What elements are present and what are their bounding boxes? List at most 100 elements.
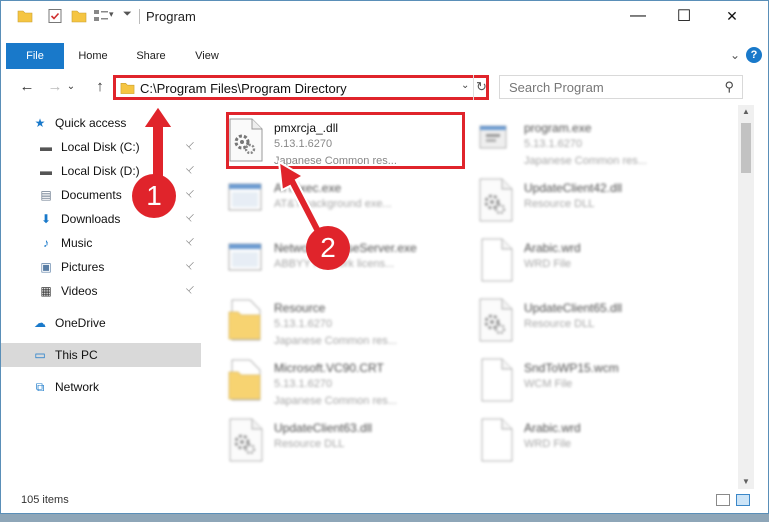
address-bar[interactable]: C:\Program Files\Program Directory ⌄ ↻ bbox=[113, 75, 489, 100]
file-item[interactable]: Microsoft.VC90.CRT 5.13.1.6270 Japanese Co… bbox=[206, 352, 456, 408]
recent-locations-icon[interactable]: ⌄ bbox=[65, 77, 77, 97]
file-name: UpdateClient65.dll bbox=[524, 301, 623, 315]
sidebar-item-this-pc[interactable]: ▭ This PC bbox=[1, 343, 201, 367]
qat-dropdown-icon[interactable]: ▾ bbox=[109, 9, 114, 20]
callout-1: 1 bbox=[132, 174, 176, 218]
scroll-thumb[interactable] bbox=[741, 123, 751, 173]
file-name: Arabic.wrd bbox=[524, 421, 581, 435]
sidebar-item-network[interactable]: ⧉ Network bbox=[1, 375, 201, 399]
sidebar-item-label: Downloads bbox=[61, 212, 121, 226]
highlight-box bbox=[226, 112, 465, 169]
dll-icon bbox=[476, 298, 514, 342]
properties-icon[interactable] bbox=[47, 8, 63, 24]
exe-window-icon bbox=[226, 178, 264, 222]
file-detail-1: WCM File bbox=[524, 378, 573, 390]
videos-icon: ▦ bbox=[40, 284, 52, 298]
file-detail-1: WRD File bbox=[524, 438, 572, 450]
file-item[interactable]: Resource 5.13.1.6270 Japanese Common res..… bbox=[206, 292, 456, 348]
exe-icon bbox=[476, 118, 514, 162]
pin-icon[interactable]: ⊥ bbox=[183, 139, 197, 153]
pin-icon[interactable]: ⊥ bbox=[183, 283, 197, 297]
sidebar-item-downloads[interactable]: ⬇ Downloads ⊥ bbox=[1, 207, 201, 231]
file-item[interactable]: ATIExec.exe AT&T background exe... bbox=[206, 172, 456, 228]
file-item[interactable]: program.exe 5.13.1.6270 Japanese Common re… bbox=[456, 112, 706, 168]
documents-icon: ▤ bbox=[40, 188, 52, 202]
file-detail-1: 5.13.1.6270 bbox=[274, 318, 333, 330]
details-view-icon[interactable] bbox=[716, 494, 730, 506]
file-item[interactable]: Arabic.wrd WRD File bbox=[456, 232, 706, 288]
sidebar-item-label: OneDrive bbox=[55, 316, 106, 330]
tab-file[interactable]: File bbox=[6, 43, 64, 69]
file-name: SndToWP15.wcm bbox=[524, 361, 619, 375]
folder-file-icon bbox=[226, 298, 264, 342]
file-item[interactable]: UpdateClient42.dll Resource DLL bbox=[456, 172, 706, 228]
sidebar-item-videos[interactable]: ▦ Videos ⊥ bbox=[1, 279, 201, 303]
sidebar-item-onedrive[interactable]: ☁ OneDrive bbox=[1, 311, 201, 335]
sidebar-item-label: Music bbox=[61, 236, 93, 250]
ribbon-tabs: File Home Share View ⌄ ? bbox=[1, 43, 768, 69]
item-count: 105 items bbox=[21, 494, 69, 506]
pin-icon[interactable]: ⊥ bbox=[183, 187, 197, 201]
forward-button[interactable]: → bbox=[45, 77, 65, 97]
sidebar-item-label: Pictures bbox=[61, 260, 105, 274]
scroll-up-icon[interactable]: ▲ bbox=[738, 107, 754, 116]
sidebar-item-label: Local Disk (D:) bbox=[61, 164, 140, 178]
sidebar-item-label: Videos bbox=[61, 284, 98, 298]
blank-file-icon bbox=[476, 358, 514, 402]
vertical-scrollbar[interactable]: ▲ ▼ bbox=[738, 105, 754, 489]
close-button[interactable]: ✕ bbox=[709, 1, 755, 31]
computer-icon: ▭ bbox=[34, 348, 46, 362]
tab-view[interactable]: View bbox=[185, 43, 229, 69]
file-name: Arabic.wrd bbox=[524, 241, 581, 255]
pin-icon[interactable]: ⊥ bbox=[183, 211, 197, 225]
pin-icon[interactable]: ⊥ bbox=[183, 163, 197, 177]
help-icon[interactable]: ? bbox=[746, 47, 762, 63]
file-name: Resource bbox=[274, 301, 326, 315]
folder-icon[interactable] bbox=[17, 8, 33, 24]
sidebar-item-label: Documents bbox=[61, 188, 122, 202]
new-folder-icon[interactable] bbox=[71, 8, 87, 24]
search-box[interactable]: Search Program ⚲ bbox=[499, 75, 743, 99]
minimize-button[interactable]: — bbox=[615, 1, 661, 31]
sidebar-item-label: Network bbox=[55, 380, 100, 394]
customize-qat-icon[interactable]: ⏷ bbox=[123, 8, 132, 21]
sidebar-item-local-disk-d[interactable]: ▬ Local Disk (D:) ⊥ bbox=[1, 159, 201, 183]
scroll-down-icon[interactable]: ▼ bbox=[738, 477, 754, 486]
up-button[interactable]: ↑ bbox=[90, 77, 110, 97]
sidebar-item-pictures[interactable]: ▣ Pictures ⊥ bbox=[1, 255, 201, 279]
file-detail-1: 5.13.1.6270 bbox=[274, 378, 333, 390]
file-detail-1: AT&T background exe... bbox=[274, 198, 392, 210]
drive-icon: ▬ bbox=[40, 164, 52, 178]
sidebar-item-label: This PC bbox=[55, 348, 98, 362]
dll-icon bbox=[476, 178, 514, 222]
back-button[interactable]: ← bbox=[17, 77, 37, 97]
expand-ribbon-icon[interactable]: ⌄ bbox=[730, 48, 740, 62]
pin-icon[interactable]: ⊥ bbox=[183, 259, 197, 273]
sidebar-item-music[interactable]: ♪ Music ⊥ bbox=[1, 231, 201, 255]
desktop-background bbox=[0, 514, 769, 522]
maximize-button[interactable]: ☐ bbox=[661, 1, 707, 31]
file-item[interactable]: Arabic.wrd WRD File bbox=[456, 412, 706, 468]
tab-home[interactable]: Home bbox=[71, 43, 115, 69]
file-detail-2: Japanese Common res... bbox=[274, 395, 397, 407]
view-options-icon[interactable] bbox=[93, 8, 109, 24]
refresh-button[interactable]: ↻ bbox=[473, 75, 489, 100]
sidebar-item-quick-access[interactable]: ★ Quick access bbox=[1, 111, 201, 135]
tab-share[interactable]: Share bbox=[129, 43, 173, 69]
file-item[interactable]: UpdateClient63.dll Resource DLL bbox=[206, 412, 456, 468]
file-detail-1: Resource DLL bbox=[524, 198, 595, 210]
file-detail-1: Resource DLL bbox=[274, 438, 345, 450]
file-detail-1: WRD File bbox=[524, 258, 572, 270]
file-item[interactable]: UpdateClient65.dll Resource DLL bbox=[456, 292, 706, 348]
sidebar-item-label: Local Disk (C:) bbox=[61, 140, 140, 154]
search-input[interactable]: Search Program bbox=[509, 80, 604, 95]
file-item[interactable]: SndToWP15.wcm WCM File bbox=[456, 352, 706, 408]
address-path[interactable]: C:\Program Files\Program Directory bbox=[140, 81, 347, 96]
large-icons-view-icon[interactable] bbox=[736, 494, 750, 506]
file-name: Microsoft.VC90.CRT bbox=[274, 361, 384, 375]
status-bar: 105 items bbox=[1, 489, 768, 513]
pin-icon[interactable]: ⊥ bbox=[183, 235, 197, 249]
pictures-icon: ▣ bbox=[40, 260, 52, 274]
explorer-window: ▾ ⏷ Program — ☐ ✕ File Home Share View ⌄… bbox=[0, 0, 769, 514]
sidebar-item-local-disk-c[interactable]: ▬ Local Disk (C:) ⊥ bbox=[1, 135, 201, 159]
